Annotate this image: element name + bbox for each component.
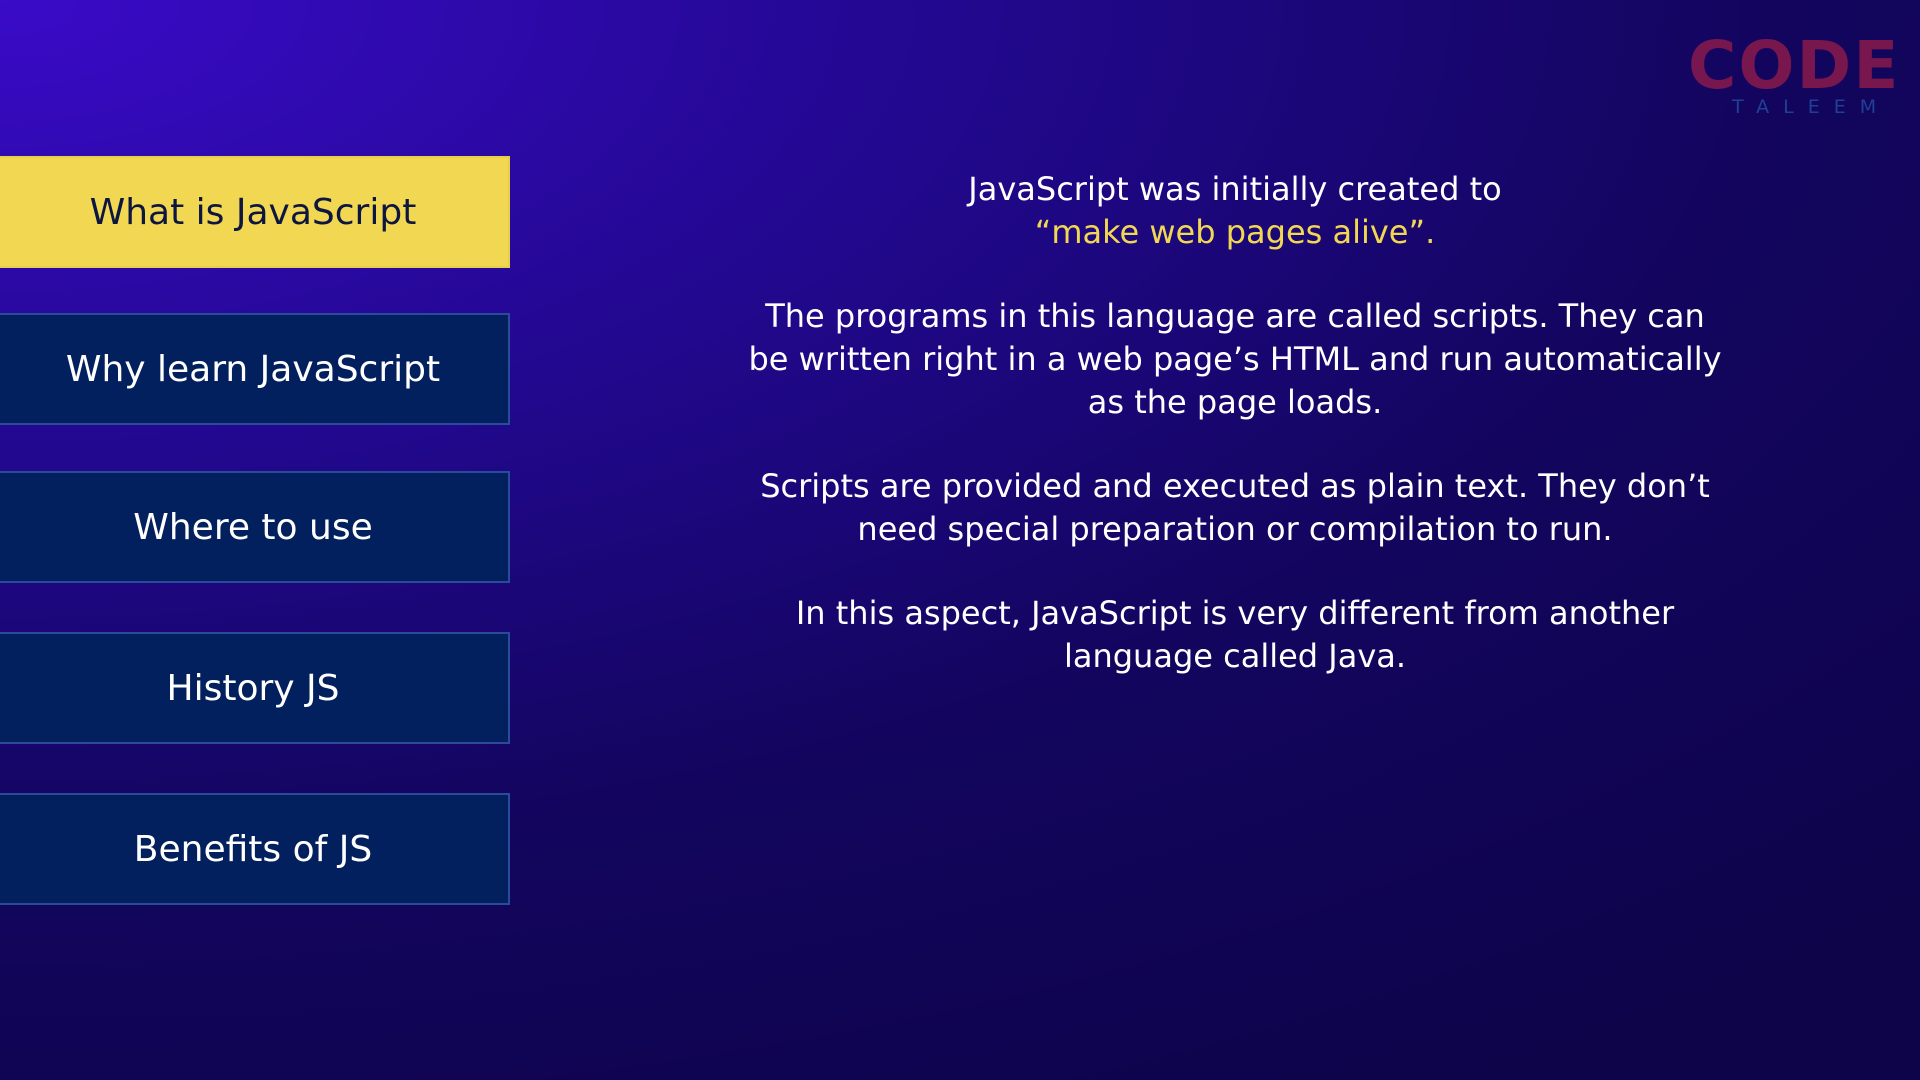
java-comparison-line-1: In this aspect, JavaScript is very diffe… xyxy=(795,594,1675,632)
scripts-line-1: The programs in this language are called… xyxy=(765,297,1705,335)
plain-text-line-2: need special preparation or compilation … xyxy=(857,510,1613,548)
code-taleem-logo: CODE TALEEM xyxy=(1688,27,1901,119)
intro-text: JavaScript was initially created to xyxy=(968,170,1502,208)
scripts-line-3: as the page loads. xyxy=(1087,383,1383,421)
paragraph-plain-text: Scripts are provided and executed as pla… xyxy=(730,465,1740,551)
paragraph-java-comparison: In this aspect, JavaScript is very diffe… xyxy=(730,592,1740,678)
scripts-line-2: be written right in a web page’s HTML an… xyxy=(748,340,1722,378)
logo-taleem-text: TALEEM xyxy=(1732,96,1891,118)
intro-highlight-quote: “make web pages alive”. xyxy=(1034,213,1436,251)
content-panel: JavaScript was initially created to “mak… xyxy=(730,168,1740,719)
menu-button-benefits-of-js[interactable]: Benefits of JS xyxy=(0,793,510,905)
menu-button-where-to-use[interactable]: Where to use xyxy=(0,471,510,583)
paragraph-intro: JavaScript was initially created to “mak… xyxy=(730,168,1740,254)
menu-button-what-is-javascript[interactable]: What is JavaScript xyxy=(0,156,510,268)
paragraph-scripts: The programs in this language are called… xyxy=(730,295,1740,424)
plain-text-line-1: Scripts are provided and executed as pla… xyxy=(760,467,1710,505)
menu-button-why-learn-javascript[interactable]: Why learn JavaScript xyxy=(0,313,510,425)
logo-code-text: CODE xyxy=(1688,27,1901,104)
java-comparison-line-2: language called Java. xyxy=(1063,637,1407,675)
menu-button-history-js[interactable]: History JS xyxy=(0,632,510,744)
